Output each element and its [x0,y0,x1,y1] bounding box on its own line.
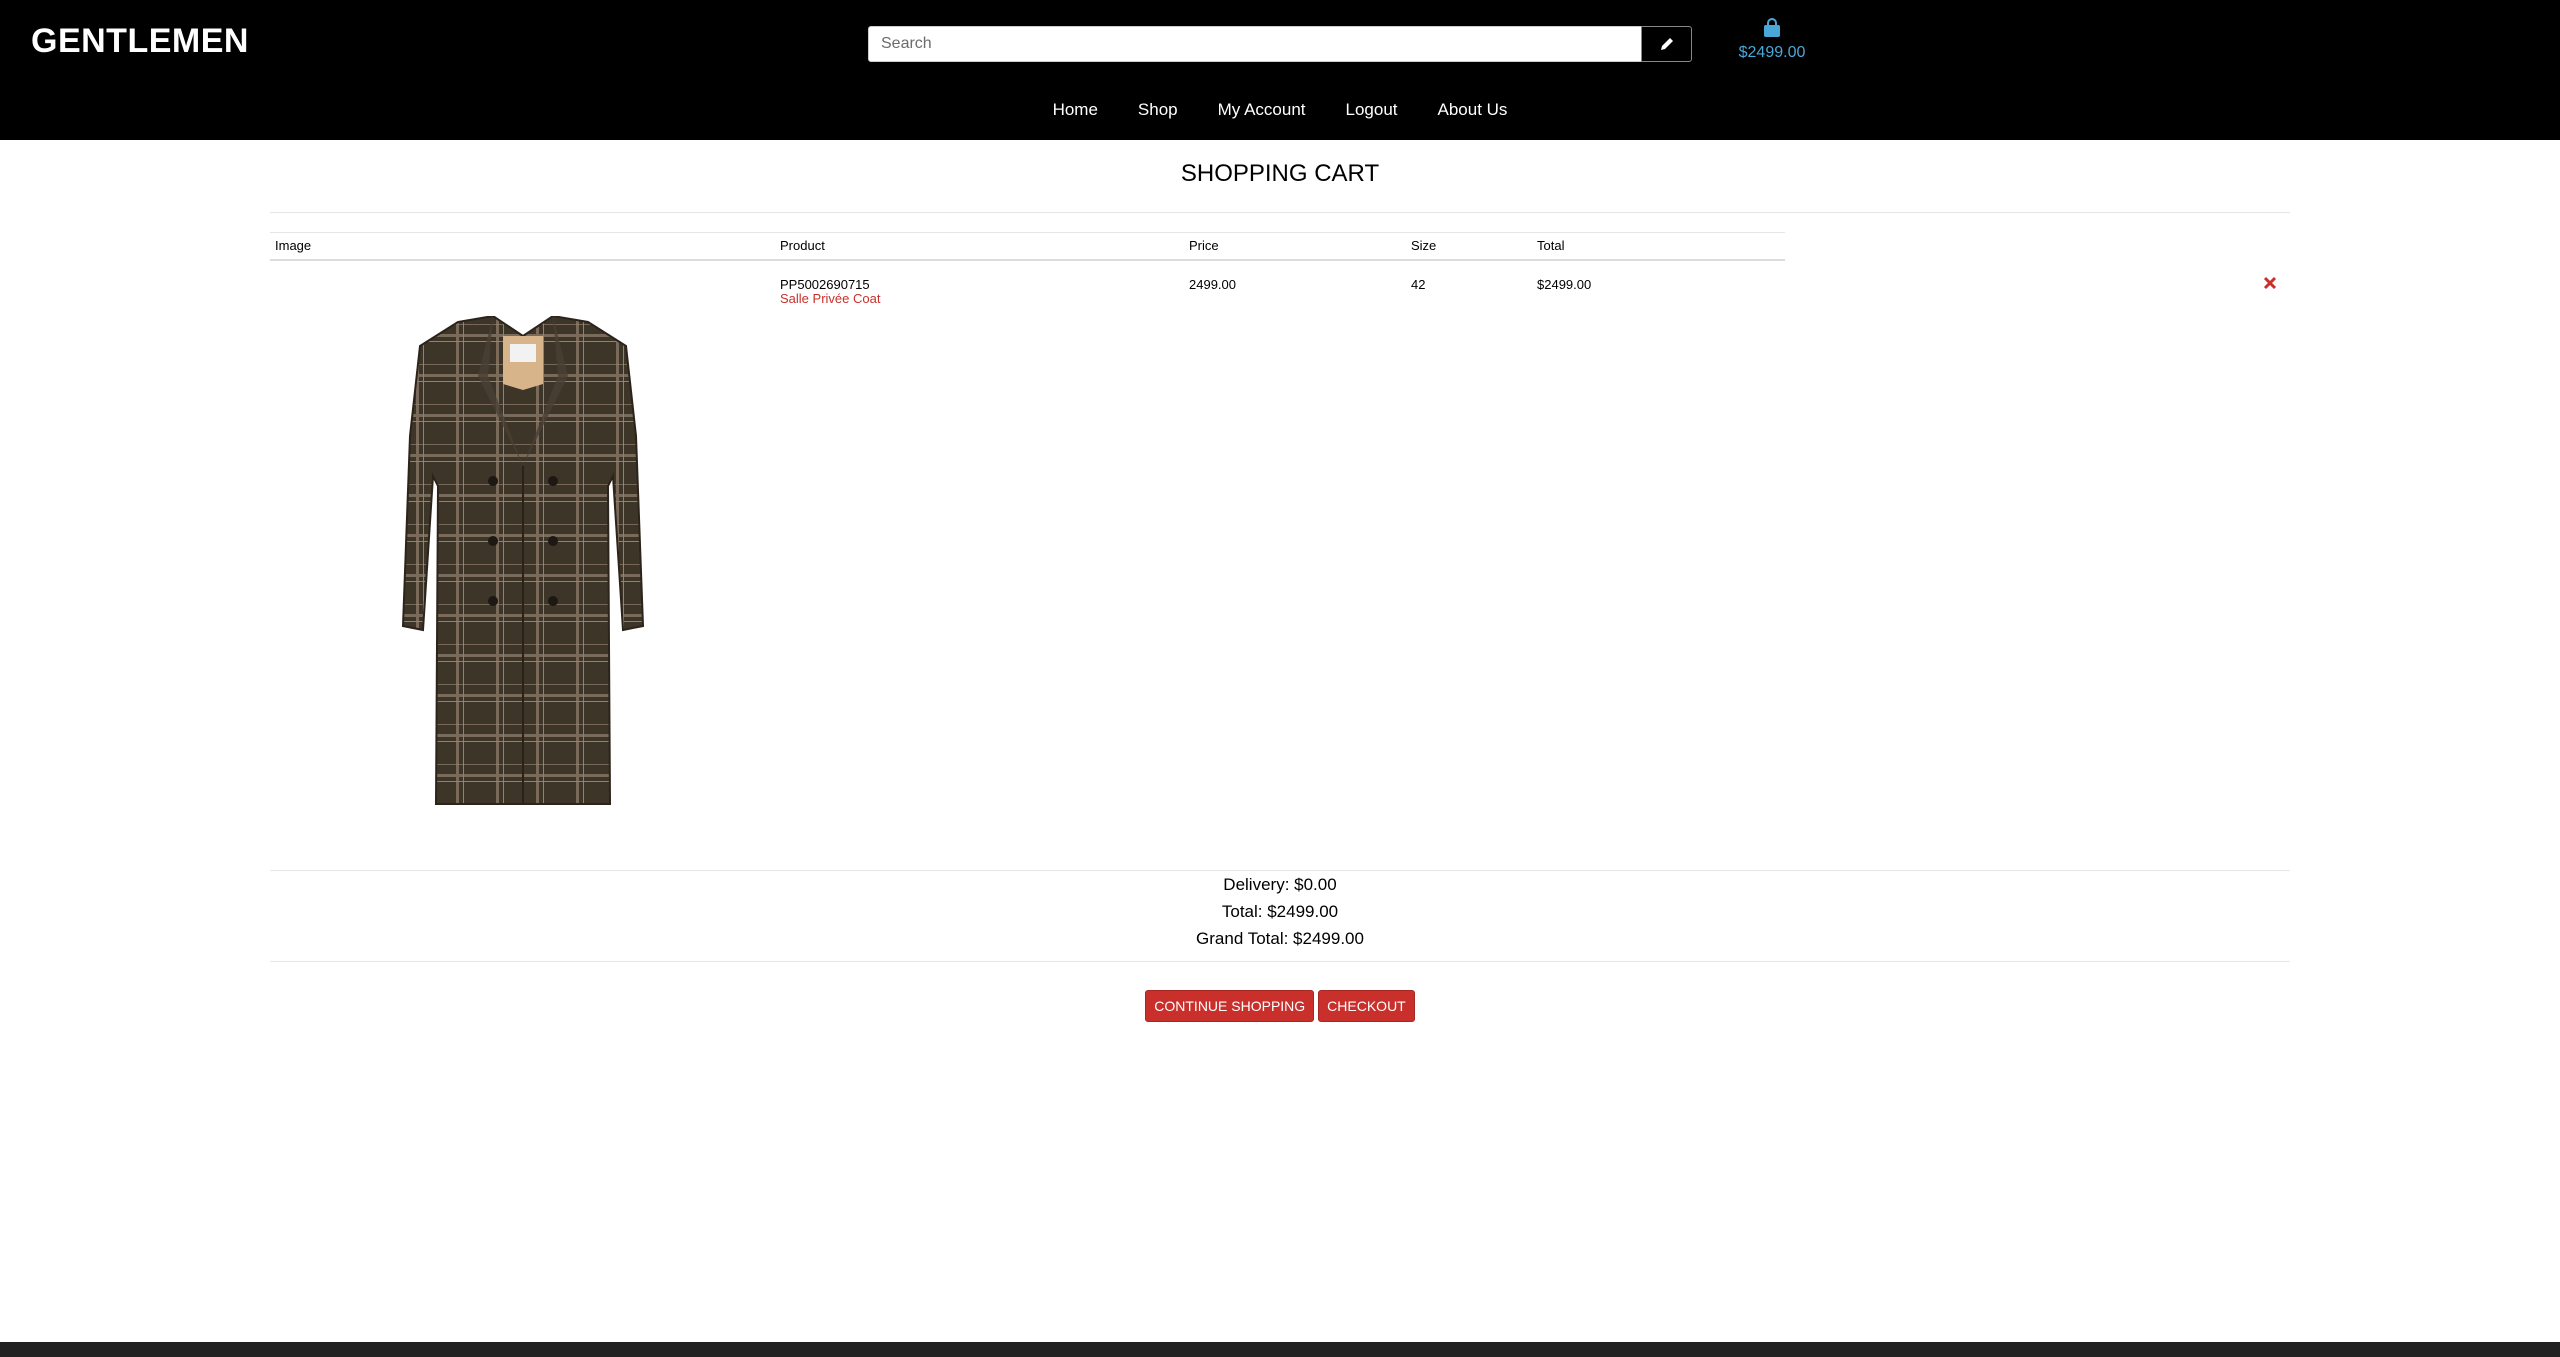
pencil-icon [1660,38,1673,50]
cart-total: Total: $2499.00 [1221,902,1339,921]
table-header-top-border [270,232,1785,233]
shopping-bag-icon [1764,18,1780,37]
col-header-size: Size [1411,238,1437,253]
product-size: 42 [1411,277,1426,292]
search-button[interactable] [1641,26,1692,62]
site-header: GENTLEMEN $2499.00 Home Shop My Account … [0,0,2560,140]
grand-total: Grand Total: $2499.00 [1196,929,1364,948]
nav-shop[interactable]: Shop [1138,100,1178,120]
page-title: SHOPPING CART [1180,160,1380,187]
continue-shopping-button[interactable]: CONTINUE SHOPPING [1145,990,1315,1022]
nav-about-us[interactable]: About Us [1438,100,1508,120]
divider [270,870,2290,871]
cart-bag[interactable]: $2499.00 [1734,18,1810,62]
divider [270,212,2290,213]
product-name[interactable]: Salle Privée Coat [780,291,880,306]
row-total: $2499.00 [1537,277,1592,292]
col-header-price: Price [1189,238,1219,253]
col-header-image: Image [275,238,312,253]
product-image[interactable] [398,316,648,811]
nav-logout[interactable]: Logout [1346,100,1398,120]
product-price: 2499.00 [1189,277,1236,292]
col-header-product: Product [780,238,825,253]
nav-home[interactable]: Home [1053,100,1098,120]
table-header-bottom-border [270,259,1785,261]
search-bar [868,26,1692,62]
site-logo[interactable]: GENTLEMEN [31,22,249,61]
close-icon[interactable] [2260,273,2280,293]
site-footer [0,1342,2560,1357]
search-input[interactable] [868,26,1642,62]
cart-actions: CONTINUE SHOPPING CHECKOUT [0,990,2560,1022]
product-sku: PP5002690715 [780,277,870,292]
nav-my-account[interactable]: My Account [1218,100,1306,120]
bag-total: $2499.00 [1738,44,1806,61]
main-nav: Home Shop My Account Logout About Us [0,100,2560,120]
divider [270,961,2290,962]
col-header-total: Total [1537,238,1565,253]
delivery-cost: Delivery: $0.00 [1223,875,1337,894]
checkout-button[interactable]: CHECKOUT [1318,990,1415,1022]
